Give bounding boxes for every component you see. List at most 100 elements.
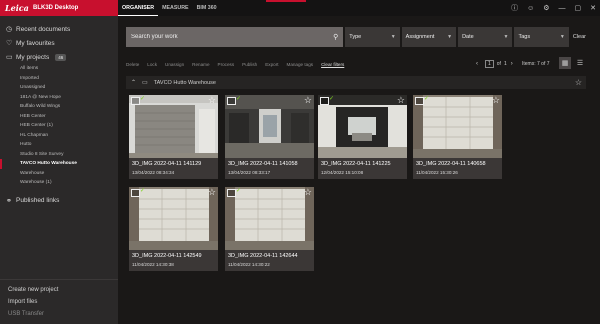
star-icon[interactable]: ☆ <box>208 95 216 106</box>
sidebar-project-item[interactable]: HEB Center <box>0 112 118 122</box>
maximize-icon[interactable]: ▢ <box>575 4 582 12</box>
search-box: ⚲ <box>126 27 344 47</box>
grid-view-icon[interactable]: ▦ <box>559 57 571 69</box>
card-date: 13/04/2022 08:33:17 <box>228 170 271 175</box>
sidebar-item-label: My favourites <box>16 39 55 47</box>
clear-button[interactable]: Clear <box>573 34 586 40</box>
chevron-up-icon[interactable]: ⌃ <box>131 79 136 86</box>
chevron-down-icon: ▼ <box>559 34 565 40</box>
sidebar-project-item[interactable]: All items <box>0 64 118 74</box>
clear-filters-link[interactable]: Clear filters <box>321 62 344 67</box>
search-icon[interactable]: ⚲ <box>333 33 338 41</box>
lock-button[interactable]: Lock <box>147 62 157 67</box>
image-card[interactable]: ✓ ☆ 3D_IMG 2022-04-11 141058 13/04/2022 08:… <box>225 95 314 179</box>
dropdown-label: Assignment <box>405 34 435 40</box>
sidebar-project-item[interactable]: Imported <box>0 74 118 84</box>
check-icon: ✓ <box>329 96 335 102</box>
view-toggle: ▦ ☰ <box>556 57 586 69</box>
dropdown-label: Date <box>462 34 474 40</box>
page-number[interactable]: 1 <box>485 60 494 68</box>
date-dropdown[interactable]: Date ▼ <box>458 27 513 47</box>
folder-icon: ▭ <box>6 54 13 61</box>
import-files-link[interactable]: Import files <box>8 296 110 308</box>
accent-bar <box>266 0 306 2</box>
project-list: All items Imported Unassigned 181A @ New Ho… <box>0 64 118 188</box>
sidebar-item-projects[interactable]: ▭ My projects 46 <box>0 50 118 64</box>
chevron-down-icon: ▼ <box>503 34 509 40</box>
sidebar-project-item[interactable]: HEB Center (1) <box>0 121 118 131</box>
list-view-icon[interactable]: ☰ <box>574 57 586 69</box>
image-type-icon <box>227 189 236 197</box>
prev-page-icon[interactable]: ‹ <box>476 61 478 67</box>
breadcrumb: ⌃ ▭ TAVCO Hutto Warehouse ☆ <box>126 76 586 89</box>
image-card[interactable]: ✓ ☆ 3D_IMG 2022-04-11 142644 11/04/2022 14:… <box>225 187 314 271</box>
top-bar: ORGANISER MEASURE BIM 360 ⓘ ☺ ⚙ — ▢ ✕ <box>118 0 600 16</box>
star-icon[interactable]: ☆ <box>397 95 405 106</box>
tab-measure[interactable]: MEASURE <box>158 0 193 16</box>
image-thumbnail[interactable]: ✓ ☆ <box>318 95 407 158</box>
next-page-icon[interactable]: › <box>511 61 513 67</box>
pagination: ‹ 1 of 1 › <box>472 58 517 70</box>
card-title: 3D_IMG 2022-04-11 140658 <box>416 161 486 167</box>
image-card[interactable]: ✓ ☆ 3D_IMG 2022-04-11 141225 12/04/2022 15:… <box>318 95 407 179</box>
image-thumbnail[interactable]: ✓ ☆ <box>413 95 502 158</box>
sidebar-project-item[interactable]: Buffalo Wild Wings <box>0 102 118 112</box>
image-card[interactable]: ✓ ☆ 3D_IMG 2022-04-11 141129 13/04/2022 08:… <box>129 95 218 179</box>
image-thumbnail[interactable]: ✓ ☆ <box>129 187 218 250</box>
page-total: 1 <box>503 61 507 67</box>
folder-icon: ▭ <box>142 80 148 86</box>
tags-dropdown[interactable]: Tags ▼ <box>514 27 569 47</box>
card-date: 11/04/2022 15:30:26 <box>416 170 458 175</box>
user-icon[interactable]: ☺ <box>527 5 534 12</box>
sidebar-project-item[interactable]: Warehouse <box>0 169 118 179</box>
sidebar-project-item[interactable]: 181A @ New Hope <box>0 93 118 103</box>
star-icon[interactable]: ☆ <box>492 95 500 106</box>
create-project-link[interactable]: Create new project <box>8 284 110 296</box>
delete-button[interactable]: Delete <box>126 62 139 67</box>
image-type-icon <box>131 189 140 197</box>
image-card[interactable]: ✓ ☆ 3D_IMG 2022-04-11 142549 11/04/2022 14:… <box>129 187 218 271</box>
sidebar-project-item[interactable]: Unassigned <box>0 83 118 93</box>
info-icon[interactable]: ⓘ <box>511 3 518 13</box>
star-icon[interactable]: ☆ <box>304 187 312 198</box>
sidebar-project-item[interactable]: Warehouse (1) <box>0 178 118 188</box>
tab-organiser[interactable]: ORGANISER <box>118 0 159 16</box>
sidebar-project-item[interactable]: Studio 8 Site Survey <box>0 150 118 160</box>
publish-button[interactable]: Publish <box>242 62 257 67</box>
sidebar-project-item[interactable]: Hutto <box>0 140 118 150</box>
image-type-icon <box>131 97 140 105</box>
minimize-icon[interactable]: — <box>559 5 566 12</box>
card-title: 3D_IMG 2022-04-11 142549 <box>132 253 202 259</box>
unassign-button[interactable]: Unassign <box>165 62 184 67</box>
assignment-dropdown[interactable]: Assignment ▼ <box>401 27 457 47</box>
usb-transfer-link[interactable]: USB Transfer <box>8 308 110 320</box>
items-count: Items: 7 of 7 <box>522 61 550 67</box>
close-icon[interactable]: ✕ <box>590 4 596 12</box>
image-thumbnail[interactable]: ✓ ☆ <box>225 187 314 250</box>
card-title: 3D_IMG 2022-04-11 141225 <box>321 161 391 167</box>
image-thumbnail[interactable]: ✓ ☆ <box>129 95 218 158</box>
tab-bim360[interactable]: BIM 360 <box>193 0 221 16</box>
sidebar-item-label: My projects <box>16 53 50 61</box>
star-icon[interactable]: ☆ <box>575 78 582 87</box>
star-icon[interactable]: ☆ <box>304 95 312 106</box>
gear-icon[interactable]: ⚙ <box>543 4 549 12</box>
sidebar-item-published[interactable]: ⚭ Published links <box>0 194 118 208</box>
check-icon: ✓ <box>424 96 430 102</box>
image-thumbnail[interactable]: ✓ ☆ <box>225 95 314 158</box>
rename-button[interactable]: Rename <box>192 62 209 67</box>
sidebar-item-favourites[interactable]: ♡ My favourites <box>0 36 118 50</box>
image-card[interactable]: ✓ ☆ 3D_IMG 2022-04-11 140658 11/04/2022 15:… <box>413 95 502 179</box>
export-button[interactable]: Export <box>265 62 278 67</box>
sidebar-project-item[interactable]: TAVCO Hutto Warehouse <box>0 159 118 169</box>
card-date: 11/04/2022 14:30:22 <box>228 262 270 267</box>
sidebar-project-item[interactable]: HL Chapman <box>0 131 118 141</box>
sidebar-footer: Create new project Import files USB Tran… <box>0 279 118 324</box>
process-button[interactable]: Process <box>218 62 235 67</box>
manage-tags-button[interactable]: Manage tags <box>287 62 314 67</box>
search-input[interactable] <box>131 34 321 40</box>
star-icon[interactable]: ☆ <box>208 187 216 198</box>
type-dropdown[interactable]: Type ▼ <box>345 27 400 47</box>
sidebar: Leica BLK3D Desktop ◷ Recent documents ♡… <box>0 0 118 324</box>
sidebar-item-recent[interactable]: ◷ Recent documents <box>0 22 118 36</box>
